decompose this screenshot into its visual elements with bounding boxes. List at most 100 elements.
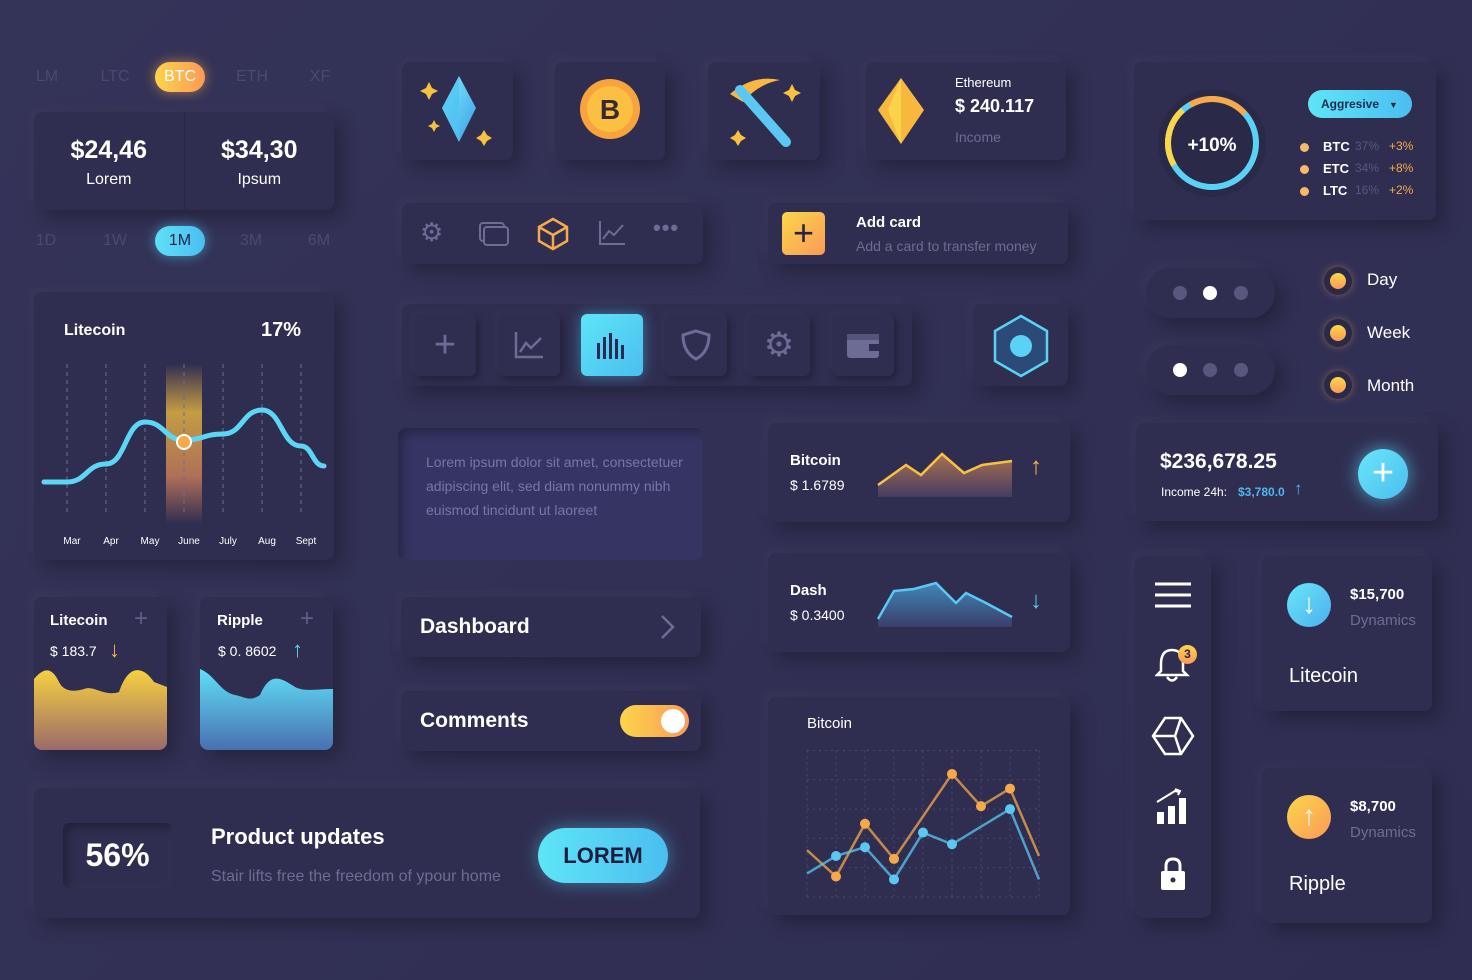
- litecoin-line-chart: Mar Apr May June July Aug Sept: [41, 364, 327, 547]
- cube-icon[interactable]: [1151, 716, 1195, 756]
- tab-xf[interactable]: XF: [295, 62, 345, 92]
- notification-badge: 3: [1178, 645, 1197, 664]
- pager-dots-1[interactable]: [1146, 268, 1275, 318]
- tab-3m[interactable]: 3M: [226, 226, 276, 256]
- legend-dot: [1300, 143, 1309, 152]
- price-ipsum: $34,30 Ipsum: [185, 112, 335, 210]
- lock-icon[interactable]: [1159, 856, 1187, 892]
- mini-card-ripple[interactable]: Ripple + $ 0. 8602 ↑: [200, 597, 333, 750]
- add-card-title: Add card: [856, 214, 922, 231]
- price-label: Ipsum: [237, 171, 282, 188]
- arrow-up-icon: ↑: [1294, 479, 1303, 498]
- tab-1m[interactable]: 1M: [155, 226, 205, 256]
- settings-button[interactable]: ⚙: [748, 314, 810, 376]
- mini-card-price: $ 0. 8602: [218, 643, 277, 659]
- tab-6m[interactable]: 6M: [294, 226, 344, 256]
- tab-ltc[interactable]: LTC: [90, 62, 140, 92]
- pager-dots-2[interactable]: [1146, 345, 1275, 395]
- ethereum-card[interactable]: Ethereum $ 240.117 Income: [866, 62, 1066, 160]
- bitcoin-icon: B: [580, 79, 640, 139]
- dashboard-button[interactable]: Dashboard: [401, 597, 701, 657]
- add-button[interactable]: +: [1358, 449, 1408, 499]
- shield-icon: [681, 329, 711, 361]
- line-chart-icon[interactable]: [597, 219, 627, 247]
- radio-day[interactable]: [1324, 267, 1352, 295]
- data-point: [889, 874, 899, 885]
- gem-tile[interactable]: [402, 62, 513, 160]
- lorem-button[interactable]: LOREM: [538, 828, 668, 883]
- textarea-text: Lorem ipsum dolor sit amet, consectetuer…: [426, 454, 683, 518]
- gear-icon[interactable]: ⚙: [420, 219, 443, 245]
- svg-text:B: B: [600, 94, 620, 125]
- tab-1w[interactable]: 1W: [90, 226, 140, 256]
- plus-icon[interactable]: +: [300, 605, 314, 633]
- price-value: $24,46: [70, 136, 147, 164]
- tab-eth[interactable]: ETH: [227, 62, 277, 92]
- plus-icon[interactable]: +: [134, 605, 148, 633]
- portfolio-share: 37%: [1355, 139, 1380, 153]
- litecoin-area-chart: [34, 670, 167, 750]
- windows-icon[interactable]: [478, 221, 510, 247]
- balance-value: $236,678.25: [1160, 450, 1277, 473]
- dashboard-label: Dashboard: [420, 615, 530, 638]
- mini-card-price: $ 183.7: [50, 643, 97, 659]
- tab-1d[interactable]: 1D: [21, 226, 71, 256]
- arrow-down-icon: ↓: [1030, 587, 1042, 614]
- radio-week[interactable]: [1324, 319, 1352, 347]
- data-point: [860, 818, 870, 829]
- plus-button[interactable]: +: [414, 314, 476, 376]
- price-card: $24,46 Lorem $34,30 Ipsum: [34, 112, 334, 210]
- dynamics-coin: Ripple: [1289, 873, 1346, 895]
- ticker-price: $ 0.3400: [790, 607, 845, 623]
- chart-button[interactable]: [498, 314, 560, 376]
- line-chart-icon: [514, 332, 543, 359]
- comments-toggle[interactable]: [620, 705, 689, 737]
- radio-label: Week: [1367, 323, 1411, 342]
- radio-label: Day: [1367, 270, 1398, 289]
- dynamics-card-ripple[interactable]: ↑ $8,700 Dynamics Ripple: [1262, 768, 1432, 923]
- dynamics-label: Dynamics: [1350, 612, 1416, 629]
- donut-center-value: +10%: [1187, 135, 1237, 156]
- hexagon-icon[interactable]: [536, 217, 570, 251]
- ticker-bitcoin[interactable]: Bitcoin $ 1.6789 ↑: [768, 423, 1070, 522]
- product-updates-card: 56% Product updates Stair lifts free the…: [34, 788, 700, 918]
- add-card-button[interactable]: + Add card Add a card to transfer money: [768, 203, 1068, 264]
- data-point: [976, 801, 986, 812]
- radio-month[interactable]: [1324, 371, 1352, 399]
- x-tick-label: Apr: [103, 536, 119, 547]
- bar-chart-button[interactable]: [581, 314, 643, 376]
- strategy-dropdown[interactable]: Aggresive ▼: [1308, 90, 1412, 118]
- portfolio-change: +3%: [1389, 139, 1414, 153]
- arrow-up-icon: ↑: [1030, 453, 1042, 480]
- description-textarea[interactable]: Lorem ipsum dolor sit amet, consectetuer…: [398, 428, 703, 560]
- pickaxe-icon: [730, 78, 801, 147]
- x-tick-label: May: [141, 536, 160, 547]
- portfolio-coin: BTC: [1323, 139, 1350, 154]
- product-updates-title: Product updates: [211, 824, 385, 849]
- gear-icon: ⚙: [763, 326, 795, 364]
- data-point: [831, 871, 841, 882]
- tab-lm[interactable]: LM: [22, 62, 72, 92]
- plus-icon: +: [782, 212, 825, 255]
- data-point: [947, 839, 957, 850]
- stats-icon[interactable]: [1155, 786, 1191, 826]
- cube-icon: [993, 314, 1049, 378]
- wallet-button[interactable]: [832, 314, 894, 376]
- mining-tile[interactable]: [708, 62, 820, 160]
- dynamics-coin: Litecoin: [1289, 665, 1358, 687]
- more-icon[interactable]: •••: [653, 215, 679, 241]
- dynamics-card-litecoin[interactable]: ↓ $15,700 Dynamics Litecoin: [1262, 556, 1432, 711]
- litecoin-chart-card: Litecoin 17% Mar Apr May June July Aug Sept: [34, 292, 334, 560]
- ethereum-value: $ 240.117: [955, 96, 1035, 116]
- cube-button[interactable]: [973, 304, 1068, 386]
- price-lorem: $24,46 Lorem: [34, 112, 185, 210]
- menu-icon[interactable]: [1154, 582, 1192, 610]
- ticker-dash[interactable]: Dash $ 0.3400 ↓: [768, 553, 1070, 652]
- comments-row: Comments: [401, 691, 701, 751]
- bitcoin-tile[interactable]: B: [555, 62, 665, 160]
- data-point: [947, 768, 957, 779]
- add-card-subtitle: Add a card to transfer money: [856, 238, 1037, 254]
- mini-card-litecoin[interactable]: Litecoin + $ 183.7 ↓: [34, 597, 167, 750]
- tab-btc[interactable]: BTC: [155, 62, 205, 92]
- shield-button[interactable]: [665, 314, 727, 376]
